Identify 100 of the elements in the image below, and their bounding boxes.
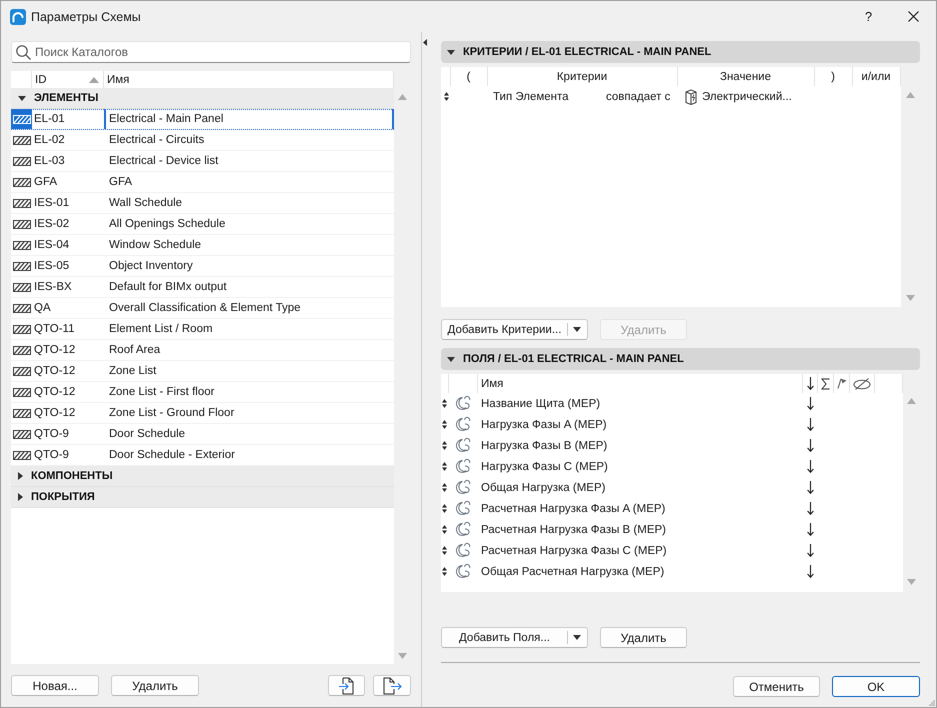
field-name: Общая Нагрузка (MEP) — [480, 482, 606, 494]
caret-down-icon — [573, 635, 581, 640]
section-header[interactable]: КРИТЕРИИ / EL-01 ELECTRICAL - MAIN PANEL — [441, 41, 920, 63]
schedule-id: QTO-9 — [33, 427, 70, 442]
swirl-icon — [454, 479, 472, 496]
sort-ascending-icon — [89, 76, 99, 82]
group-label: КОМПОНЕНТЫ — [31, 470, 113, 482]
delete-button[interactable]: Удалить — [111, 675, 199, 696]
schedule-row[interactable]: QTO-12 Roof Area — [11, 340, 394, 361]
swirl-icon — [454, 416, 472, 433]
criteria-value: Электрический... — [702, 90, 792, 102]
up-down-arrows-icon[interactable] — [442, 462, 447, 471]
schedule-row[interactable]: IES-02 All Openings Schedule — [11, 214, 394, 235]
up-down-arrows-icon[interactable] — [442, 399, 447, 408]
add-fields-button[interactable]: Добавить Поля... — [441, 627, 567, 648]
column-header[interactable]: ) — [815, 67, 853, 86]
schedule-row[interactable]: QA Overall Classification & Element Type — [11, 298, 394, 319]
caret-down-icon — [573, 327, 581, 332]
group-label: ПОКРЫТИЯ — [31, 491, 95, 503]
schedule-row[interactable]: EL-02 Electrical - Circuits — [11, 130, 394, 151]
group-header[interactable]: ПОКРЫТИЯ — [11, 487, 394, 508]
dropdown-button[interactable] — [567, 627, 588, 648]
group-header[interactable]: КОМПОНЕНТЫ — [11, 466, 394, 487]
up-down-arrows-icon[interactable] — [442, 420, 447, 429]
field-name: Расчетная Нагрузка Фазы A (MEP) — [480, 502, 666, 514]
column-header[interactable]: Критерии — [488, 67, 678, 86]
schedule-row[interactable]: GFA GFA — [11, 172, 394, 193]
schedule-id: QTO-12 — [33, 385, 76, 400]
up-down-arrows-icon[interactable] — [442, 483, 447, 492]
schedule-id: EL-03 — [33, 154, 66, 169]
resize-grip-icon[interactable] — [929, 700, 935, 706]
caret-down-icon[interactable] — [18, 96, 26, 100]
caret-down-icon[interactable] — [447, 356, 455, 362]
section-title: КРИТЕРИИ / EL-01 ELECTRICAL - MAIN PANEL — [463, 46, 712, 58]
caret-down-icon[interactable] — [447, 50, 455, 54]
export-button[interactable] — [373, 675, 411, 696]
schedule-row[interactable]: QTO-12 Zone List — [11, 361, 394, 382]
schedule-name: GFA — [108, 175, 134, 190]
dropdown-button[interactable] — [567, 319, 588, 340]
add-criteria-button[interactable]: Добавить Критерии... — [441, 319, 567, 340]
up-down-arrows-icon[interactable] — [442, 441, 447, 450]
flag-icon — [836, 378, 846, 389]
search-icon — [16, 45, 31, 60]
section-header[interactable]: ПОЛЯ / EL-01 ELECTRICAL - MAIN PANEL — [441, 348, 920, 370]
schedule-row[interactable]: QTO-12 Zone List - Ground Floor — [11, 403, 394, 424]
schedule-id: IES-05 — [33, 259, 70, 274]
schedule-id: IES-BX — [33, 280, 73, 295]
delete-button[interactable]: Удалить — [600, 627, 687, 648]
cancel-button[interactable]: Отменить — [733, 676, 820, 697]
schedule-row[interactable]: IES-05 Object Inventory — [11, 256, 394, 277]
up-down-arrows-icon[interactable] — [442, 567, 447, 576]
up-down-arrows-icon[interactable] — [442, 546, 447, 555]
caret-right-icon[interactable] — [18, 472, 23, 480]
help-button[interactable]: ? — [846, 1, 891, 32]
schedule-row[interactable]: IES-04 Window Schedule — [11, 235, 394, 256]
ok-button[interactable]: OK — [832, 676, 920, 697]
schedule-name: Zone List — [108, 364, 158, 379]
schedule-id: QTO-12 — [33, 406, 76, 421]
field-name: Нагрузка Фазы B (MEP) — [480, 440, 608, 452]
field-name: Расчетная Нагрузка Фазы B (MEP) — [480, 524, 667, 536]
hatched-rectangle-icon — [12, 156, 30, 166]
schedule-row[interactable]: EL-01 Electrical - Main Panel — [11, 109, 394, 130]
schedule-row[interactable]: IES-BX Default for BIMx output — [11, 277, 394, 298]
schedule-row[interactable]: EL-03 Electrical - Device list — [11, 151, 394, 172]
group-header[interactable]: ЭЛЕМЕНТЫ — [11, 88, 394, 109]
schedule-row[interactable]: QTO-11 Element List / Room — [11, 319, 394, 340]
criteria-parameter: Тип Элемента — [492, 90, 570, 102]
swirl-icon — [454, 500, 472, 517]
up-down-arrows-icon[interactable] — [442, 525, 447, 534]
column-header[interactable]: ( — [451, 67, 488, 86]
schedule-id: QTO-12 — [33, 364, 76, 379]
schedule-row[interactable]: QTO-9 Door Schedule — [11, 424, 394, 445]
schedule-name: Wall Schedule — [108, 196, 184, 211]
up-down-arrows-icon[interactable] — [444, 92, 448, 101]
column-header[interactable]: и/или — [853, 67, 901, 86]
hatched-rectangle-icon — [12, 346, 30, 354]
new-button[interactable]: Новая... — [11, 675, 99, 696]
hatched-rectangle-icon — [12, 430, 30, 438]
sum-icon — [821, 378, 830, 390]
hatched-rectangle-icon — [12, 198, 30, 208]
hatched-rectangle-icon — [12, 136, 30, 144]
schedule-name: Zone List - First floor — [108, 385, 216, 400]
schedule-row[interactable]: IES-01 Wall Schedule — [11, 193, 394, 214]
schedule-name: Default for BIMx output — [108, 280, 228, 295]
field-name: Нагрузка Фазы A (MEP) — [480, 418, 608, 430]
hatched-rectangle-icon — [12, 366, 30, 376]
schedule-row[interactable]: QTO-12 Zone List - First floor — [11, 382, 394, 403]
schedule-name: Door Schedule — [108, 427, 186, 442]
schedule-name: Zone List - Ground Floor — [108, 406, 236, 421]
swirl-icon — [454, 437, 472, 454]
import-file-icon — [338, 676, 355, 694]
import-button[interactable] — [328, 675, 365, 696]
column-header[interactable]: Значение — [678, 67, 815, 86]
collapse-arrow-icon[interactable] — [423, 39, 427, 46]
caret-right-icon[interactable] — [18, 493, 23, 501]
column-header[interactable]: Имя — [478, 374, 803, 393]
search-field[interactable]: Поиск Каталогов — [11, 41, 411, 63]
schedule-id: IES-02 — [33, 217, 70, 232]
up-down-arrows-icon[interactable] — [442, 504, 447, 513]
arrow-down-icon — [806, 377, 814, 390]
